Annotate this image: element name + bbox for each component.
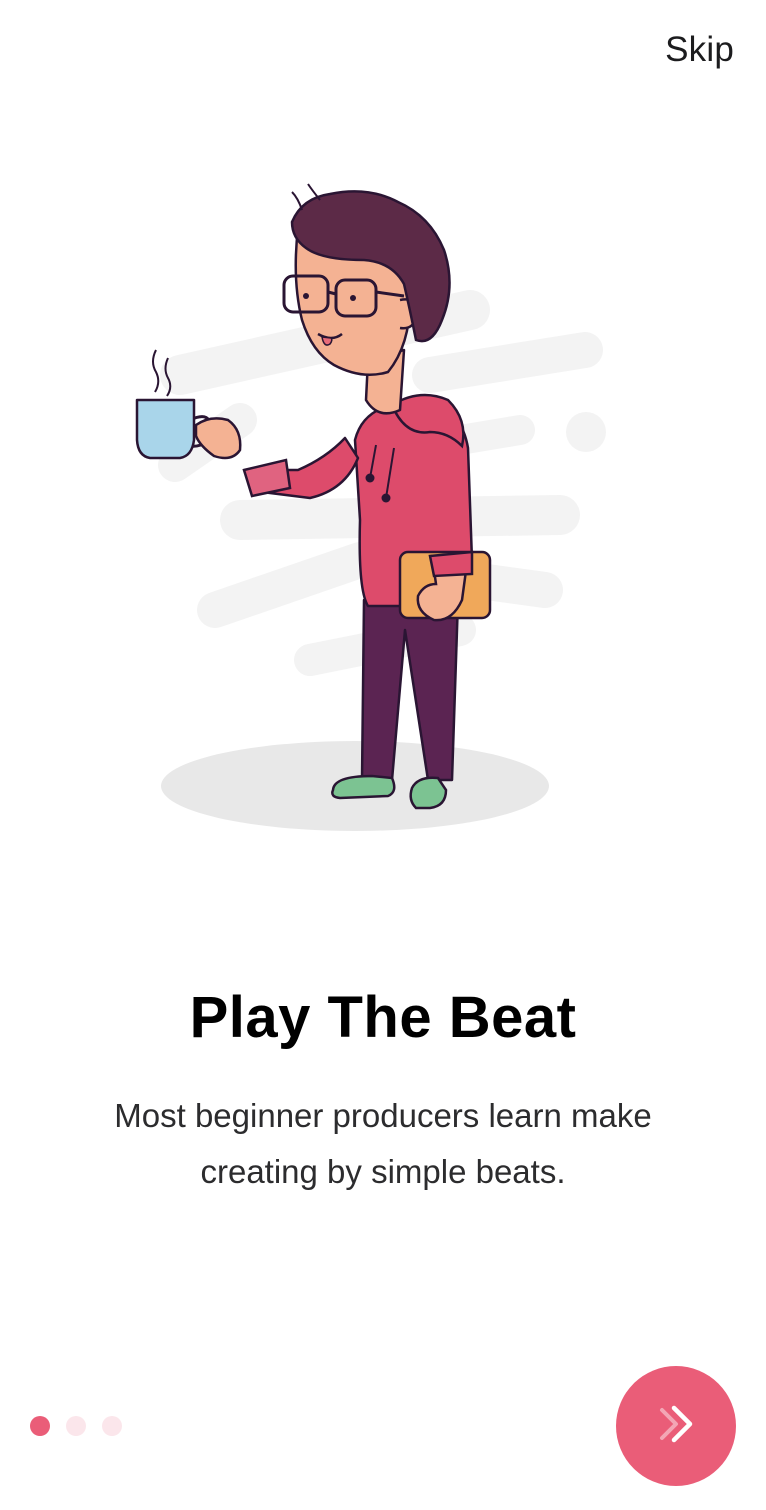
onboarding-illustration xyxy=(120,180,620,840)
page-indicator xyxy=(30,1416,122,1436)
skip-button[interactable]: Skip xyxy=(665,30,734,70)
page-dot-1[interactable] xyxy=(30,1416,50,1436)
page-description: Most beginner producers learn make creat… xyxy=(114,1097,652,1190)
page-dot-3[interactable] xyxy=(102,1416,122,1436)
next-button[interactable] xyxy=(616,1366,736,1486)
page-dot-2[interactable] xyxy=(66,1416,86,1436)
double-chevron-right-icon xyxy=(654,1402,698,1451)
page-title: Play The Beat xyxy=(189,985,577,1050)
